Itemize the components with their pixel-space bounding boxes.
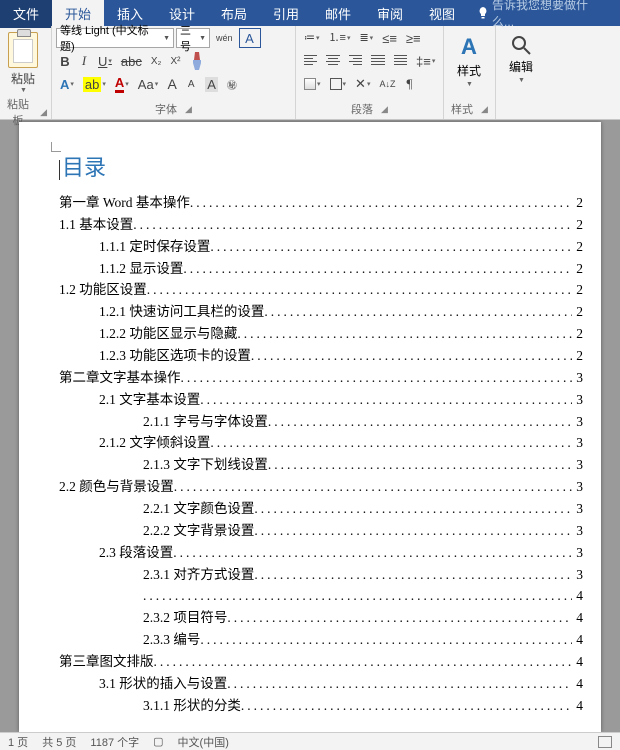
- change-case-button[interactable]: Aa▾: [134, 74, 162, 94]
- proofing-icon[interactable]: ▢: [153, 735, 163, 748]
- multilevel-button[interactable]: ≣▾: [355, 28, 377, 48]
- toc-entry[interactable]: 第三章图文排版.................................…: [59, 651, 583, 673]
- toc-entry[interactable]: 2.1.1 字号与字体设置...........................…: [59, 411, 583, 433]
- tab-mailings[interactable]: 邮件: [312, 0, 364, 28]
- clipboard-icon: [8, 32, 38, 68]
- align-right-button[interactable]: [345, 51, 366, 71]
- view-read-icon[interactable]: [598, 736, 612, 748]
- group-paragraph: ≔▾ ⒈≡▾ ≣▾ ≤≡ ≥≡ ‡≡▾ ▾ ▾ ✕▾ A↓Z ¶: [296, 26, 444, 119]
- show-marks-button[interactable]: ¶: [400, 74, 418, 94]
- numbering-button[interactable]: ⒈≡▾: [325, 28, 355, 48]
- toc-entry[interactable]: 2.1 文字基本设置..............................…: [59, 389, 583, 411]
- brush-icon: [189, 52, 205, 70]
- editing-button[interactable]: 编辑 ▼: [500, 28, 542, 84]
- toc-entry[interactable]: 1.1 基本设置................................…: [59, 214, 583, 236]
- toc-entry[interactable]: 2.2.2 文字背景设置............................…: [59, 520, 583, 542]
- asian-layout-button[interactable]: ✕▾: [351, 74, 374, 94]
- margin-corner: [51, 142, 61, 152]
- toc-entry[interactable]: 2.2 颜色与背景设置.............................…: [59, 476, 583, 498]
- toc-entry[interactable]: 3.1 形状的插入与设置............................…: [59, 673, 583, 695]
- toc-entry[interactable]: 第一章 Word 基本操作...........................…: [59, 192, 583, 214]
- line-spacing-button[interactable]: ‡≡▾: [412, 51, 439, 71]
- toc-entry[interactable]: 1.2.1 快速访问工具栏的设置........................…: [59, 301, 583, 323]
- toc-entry[interactable]: 1.1.1 定时保存设置............................…: [59, 236, 583, 258]
- group-paragraph-label: 段落: [351, 101, 373, 117]
- styles-icon: A: [461, 34, 477, 60]
- bold-button[interactable]: B: [56, 51, 74, 71]
- align-center-button[interactable]: [322, 51, 343, 71]
- toc-entry[interactable]: ........................................…: [59, 585, 583, 607]
- group-font-label: 字体: [155, 101, 177, 117]
- ribbon: 粘贴 ▼ 粘贴板◢ 等线 Light (中文标题)▼ 三号▼ wén A B I…: [0, 26, 620, 120]
- toc-entry[interactable]: 第二章文字基本操作...............................…: [59, 367, 583, 389]
- status-page[interactable]: 1 页: [8, 734, 28, 750]
- italic-button[interactable]: I: [75, 51, 93, 71]
- toc-entry[interactable]: 3.1.1 形状的分类.............................…: [59, 695, 583, 717]
- paragraph-dialog-launcher[interactable]: ◢: [381, 104, 388, 115]
- highlight-button[interactable]: ab▾: [79, 74, 110, 94]
- toc-entry[interactable]: 1.1.2 显示设置..............................…: [59, 258, 583, 280]
- format-painter-button[interactable]: [185, 51, 209, 71]
- phonetic-guide-button[interactable]: wén: [212, 28, 237, 48]
- superscript-button[interactable]: X²: [166, 51, 184, 71]
- styles-button[interactable]: A 样式 ▼: [448, 28, 490, 88]
- text-effects-button[interactable]: A▾: [56, 74, 78, 94]
- enclose-char-button[interactable]: ㊙: [223, 74, 241, 94]
- group-clipboard: 粘贴 ▼ 粘贴板◢: [0, 26, 52, 119]
- font-color-button[interactable]: A▾: [111, 74, 133, 94]
- underline-button[interactable]: U▾: [94, 51, 116, 71]
- group-styles-label: 样式: [451, 101, 473, 117]
- tab-references[interactable]: 引用: [260, 0, 312, 28]
- styles-dialog-launcher[interactable]: ◢: [481, 104, 488, 115]
- group-font: 等线 Light (中文标题)▼ 三号▼ wén A B I U▾ abc X₂…: [52, 26, 296, 119]
- magnifier-icon: [510, 34, 532, 56]
- borders-button[interactable]: ▾: [326, 74, 351, 94]
- tab-view[interactable]: 视图: [416, 0, 468, 28]
- font-dialog-launcher[interactable]: ◢: [185, 104, 192, 115]
- increase-indent-button[interactable]: ≥≡: [402, 28, 425, 48]
- page: 目录 第一章 Word 基本操作........................…: [19, 122, 601, 732]
- clipboard-dialog-launcher[interactable]: ◢: [40, 107, 47, 118]
- toc-entry[interactable]: 1.2.2 功能区显示与隐藏..........................…: [59, 323, 583, 345]
- subscript-button[interactable]: X₂: [147, 51, 166, 71]
- tab-file[interactable]: 文件: [0, 0, 52, 28]
- toc-entry[interactable]: 2.2.1 文字颜色设置............................…: [59, 498, 583, 520]
- grow-font-button[interactable]: A: [163, 74, 181, 94]
- toc-entry[interactable]: 2.3.3 编号................................…: [59, 629, 583, 651]
- toc: 第一章 Word 基本操作...........................…: [59, 192, 583, 717]
- strikethrough-button[interactable]: abc: [117, 51, 146, 71]
- tab-review[interactable]: 审阅: [364, 0, 416, 28]
- status-language[interactable]: 中文(中国): [178, 734, 229, 750]
- align-left-button[interactable]: [300, 51, 321, 71]
- toc-entry[interactable]: 2.1.3 文字下划线设置...........................…: [59, 454, 583, 476]
- group-styles: A 样式 ▼ 样式 ◢: [444, 26, 496, 119]
- toc-entry[interactable]: 2.3.2 项目符号..............................…: [59, 607, 583, 629]
- toc-title: 目录: [59, 150, 583, 182]
- toc-entry[interactable]: 2.3.1 对齐方式设置............................…: [59, 564, 583, 586]
- group-editing: 编辑 ▼: [496, 26, 548, 119]
- toc-entry[interactable]: 2.1.2 文字倾斜设置............................…: [59, 432, 583, 454]
- bullets-button[interactable]: ≔▾: [300, 28, 324, 48]
- toc-entry[interactable]: 1.2 功能区设置...............................…: [59, 279, 583, 301]
- shrink-font-button[interactable]: A: [182, 74, 200, 94]
- char-shading-button[interactable]: A: [201, 74, 222, 94]
- align-distributed-button[interactable]: [390, 51, 411, 71]
- status-total-pages[interactable]: 共 5 页: [42, 734, 76, 750]
- align-justify-button[interactable]: [367, 51, 388, 71]
- document-area[interactable]: 目录 第一章 Word 基本操作........................…: [0, 120, 620, 732]
- status-bar: 1 页 共 5 页 1187 个字 ▢ 中文(中国): [0, 732, 620, 750]
- paste-button[interactable]: 粘贴 ▼: [4, 28, 42, 94]
- char-border-button[interactable]: A: [239, 28, 261, 48]
- decrease-indent-button[interactable]: ≤≡: [378, 28, 401, 48]
- tab-layout[interactable]: 布局: [208, 0, 260, 28]
- shading-button[interactable]: ▾: [300, 74, 325, 94]
- lightbulb-icon: [478, 7, 488, 20]
- sort-button[interactable]: A↓Z: [375, 74, 399, 94]
- font-size-select[interactable]: 三号▼: [176, 28, 210, 48]
- status-word-count[interactable]: 1187 个字: [90, 734, 139, 750]
- toc-entry[interactable]: 1.2.3 功能区选项卡的设置.........................…: [59, 345, 583, 367]
- toc-entry[interactable]: 2.3 段落设置................................…: [59, 542, 583, 564]
- font-name-select[interactable]: 等线 Light (中文标题)▼: [56, 28, 174, 48]
